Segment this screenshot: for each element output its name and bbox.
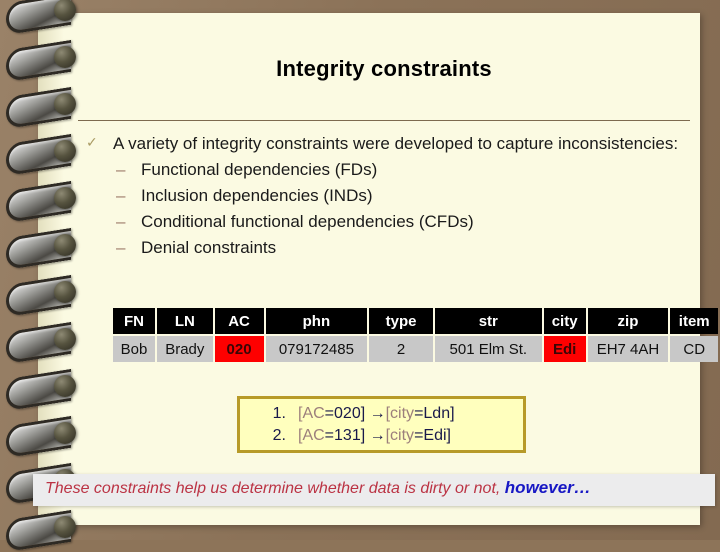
spiral-bead (54, 234, 76, 256)
spiral-ring (6, 86, 82, 130)
bullet-level2-text: Conditional functional dependencies (CFD… (141, 212, 474, 231)
bullet-list: ✓ A variety of integrity constraints wer… (84, 131, 684, 261)
table-header-cell: AC (214, 308, 264, 334)
spiral-ring (6, 368, 82, 412)
cfd-rhs-attribute: [city (385, 405, 415, 422)
table-cell: Bob (113, 336, 156, 362)
cfd-lhs-value: =020] (324, 405, 366, 422)
cfd-rules-box: 1. [AC=020] →[city=Ldn] 2. [AC=131] →[city… (237, 396, 526, 453)
table-cell: Brady (157, 336, 213, 362)
dash-icon: – (116, 238, 126, 257)
table-header-cell: FN (113, 308, 156, 334)
caption-emphasis: however… (504, 478, 591, 497)
spiral-bead (54, 46, 76, 68)
spiral-ring (6, 133, 82, 177)
table-header-cell: str (434, 308, 542, 334)
cfd-rhs-value: =Ldn] (414, 405, 455, 422)
spiral-ring (6, 180, 82, 224)
bullet-level2-text: Functional dependencies (FDs) (141, 160, 378, 179)
spiral-ring (6, 39, 82, 83)
table-cell: 079172485 (265, 336, 368, 362)
cfd-rule-2: 2. [AC=131] →[city=Edi] (240, 427, 523, 445)
cfd-lhs-attribute: [AC (298, 427, 325, 444)
cfd-rhs-value: =Edi] (414, 427, 451, 444)
relation-table: FN LN AC phn type str city zip item Bob Brady 020 0… (111, 306, 720, 364)
cfd-rule-number: 1. (272, 405, 286, 422)
spiral-ring (6, 415, 82, 459)
spiral-bead (54, 93, 76, 115)
table-header-cell: item (670, 308, 718, 334)
bullet-level2-text: Inclusion dependencies (INDs) (141, 186, 373, 205)
bullet-level2-text: Denial constraints (141, 238, 277, 257)
caption-banner: These constraints help us determine whet… (33, 474, 715, 506)
spiral-bead (54, 140, 76, 162)
bullet-sublist: – Functional dependencies (FDs) – Inclus… (84, 157, 684, 261)
table-header-cell: zip (587, 308, 669, 334)
table-cell: EH7 4AH (587, 336, 669, 362)
table-header-cell: city (543, 308, 586, 334)
spiral-bead (54, 187, 76, 209)
spiral-bead (54, 0, 76, 21)
table-header-row: FN LN AC phn type str city zip item (113, 308, 718, 334)
bullet-level2: – Conditional functional dependencies (C… (84, 209, 684, 235)
bullet-level1: ✓ A variety of integrity constraints wer… (84, 131, 684, 156)
table-header-cell: type (369, 308, 433, 334)
spiral-ring (6, 274, 82, 318)
title-divider (78, 120, 690, 121)
dash-icon: – (116, 186, 126, 205)
bullet-level2: – Inclusion dependencies (INDs) (84, 183, 684, 209)
table-cell: CD (670, 336, 718, 362)
cfd-rule-1: 1. [AC=020] →[city=Ldn] (240, 405, 523, 423)
bullet-level2: – Functional dependencies (FDs) (84, 157, 684, 183)
caption-text-line: These constraints help us determine whet… (45, 478, 591, 498)
spiral-ring (6, 0, 82, 36)
table-header-cell: phn (265, 308, 368, 334)
spiral-ring (6, 227, 82, 271)
cfd-lhs-attribute: [AC (298, 405, 325, 422)
page-title: Integrity constraints (276, 56, 492, 81)
dash-icon: – (116, 212, 126, 231)
spiral-ring (6, 321, 82, 365)
implies-arrow-icon: → (369, 427, 386, 444)
bullet-level2: – Denial constraints (84, 235, 684, 261)
bullet-level1-text: A variety of integrity constraints were … (113, 134, 679, 153)
spiral-bead (54, 422, 76, 444)
cfd-lhs-value: =131] (324, 427, 366, 444)
cfd-rule-number: 2. (272, 427, 286, 444)
implies-arrow-icon: → (369, 405, 386, 422)
table-cell: 501 Elm St. (434, 336, 542, 362)
spiral-bead (54, 328, 76, 350)
spiral-bead (54, 281, 76, 303)
table-cell: 2 (369, 336, 433, 362)
table-cell: 020 (214, 336, 264, 362)
spiral-bead (54, 375, 76, 397)
dash-icon: – (116, 160, 126, 179)
table-cell: Edi (543, 336, 586, 362)
table-header-cell: LN (157, 308, 213, 334)
table-row: Bob Brady 020 079172485 2 501 Elm St. Edi EH7 4… (113, 336, 718, 362)
caption-main-text: These constraints help us determine whet… (45, 480, 501, 497)
spiral-bead (54, 516, 76, 538)
slide-canvas: Integrity constraints ✓ A variety of int… (0, 0, 720, 552)
checkmark-icon: ✓ (86, 135, 98, 151)
cfd-rhs-attribute: [city (385, 427, 415, 444)
